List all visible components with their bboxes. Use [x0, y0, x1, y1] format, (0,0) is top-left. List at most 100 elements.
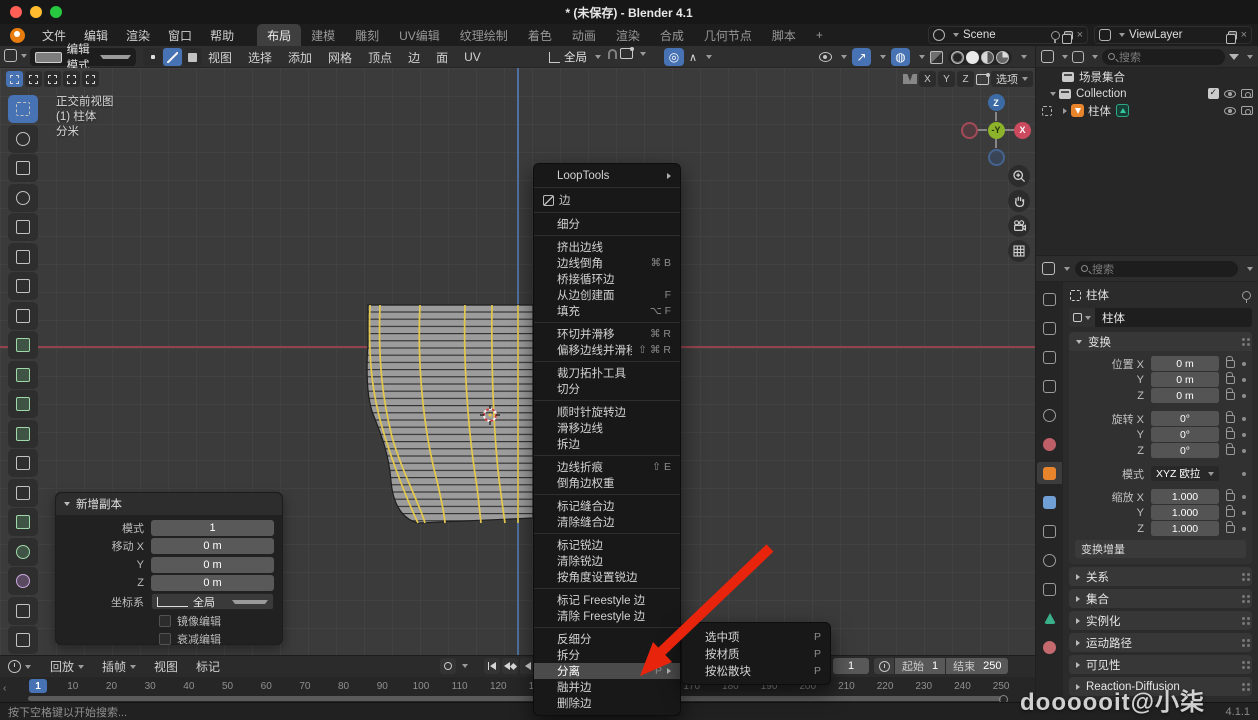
menu-item-标记缝合边[interactable]: 标记缝合边 — [534, 498, 680, 514]
viewport-menu-边[interactable]: 边 — [400, 49, 428, 66]
panel-header-集合[interactable]: 集合 — [1069, 589, 1252, 608]
drag-dots-icon[interactable] — [1242, 573, 1245, 576]
lock-icon[interactable] — [1226, 360, 1235, 368]
lock-icon[interactable] — [1226, 431, 1235, 439]
field-value[interactable]: 1.000 — [1151, 489, 1219, 504]
gizmo-toggle-button[interactable]: ↗ — [852, 48, 871, 66]
mode-select-dropdown[interactable]: 编辑模式 — [30, 48, 136, 66]
lock-icon[interactable] — [1226, 493, 1235, 501]
gizmo-minus-z-axis[interactable] — [988, 149, 1005, 166]
snap-target-icon[interactable] — [620, 48, 633, 59]
drag-dots-icon[interactable] — [1242, 683, 1245, 686]
orthographic-toggle-button[interactable] — [1008, 240, 1030, 262]
snap-magnet-icon[interactable] — [608, 49, 617, 59]
viewport-menu-网格[interactable]: 网格 — [320, 49, 360, 66]
scene-selector[interactable]: Scene × — [928, 26, 1088, 44]
workspace-tab-渲染[interactable]: 渲染 — [606, 24, 650, 46]
object-row[interactable]: 柱体 — [1036, 102, 1258, 119]
current-frame-indicator[interactable]: 1 — [29, 679, 47, 693]
viewport-3d[interactable]: XYZ 选项 正交前视图 (1) 柱体 分米 — [0, 68, 1035, 655]
field-value[interactable]: 0 m — [151, 538, 274, 554]
submenu-item-按材质[interactable]: 按材质P — [682, 645, 830, 662]
wireframe-shading-button[interactable] — [951, 51, 964, 64]
edge-select-button[interactable] — [163, 48, 182, 66]
tool-poly-build[interactable] — [8, 508, 38, 536]
menu-item-挤出边线[interactable]: 挤出边线 — [534, 239, 680, 255]
select-mode-extend[interactable] — [25, 71, 42, 87]
scene-collection-row[interactable]: 场景集合 — [1036, 68, 1258, 85]
frame-start-field[interactable]: 起始1 — [895, 658, 945, 674]
snap-base-icon[interactable] — [976, 74, 989, 85]
workspace-tab-布局[interactable]: 布局 — [257, 24, 301, 46]
lock-icon[interactable] — [1226, 509, 1235, 517]
properties-tab-render[interactable] — [1037, 317, 1062, 339]
animate-dot-icon[interactable] — [1242, 527, 1246, 531]
solid-shading-button[interactable] — [966, 51, 979, 64]
expand-arrow-icon[interactable]: ‹ — [3, 683, 6, 694]
animate-dot-icon[interactable] — [1242, 495, 1246, 499]
tool-select-box[interactable] — [8, 95, 38, 123]
menu-item-倒角边权重[interactable]: 倒角边权重 — [534, 475, 680, 491]
menu-item-清除锐边[interactable]: 清除锐边 — [534, 553, 680, 569]
pin-icon[interactable] — [1242, 291, 1251, 300]
workspace-tab-建模[interactable]: 建模 — [301, 24, 345, 46]
field-value[interactable]: 1 — [151, 520, 274, 536]
properties-tab-data[interactable] — [1037, 607, 1062, 629]
jump-to-start-button[interactable] — [484, 658, 500, 674]
lock-icon[interactable] — [1226, 525, 1235, 533]
delta-transform-subpanel[interactable]: 变换增量 — [1075, 540, 1246, 558]
menu-渲染[interactable]: 渲染 — [117, 27, 159, 44]
menu-item-环切并滑移[interactable]: 环切并滑移⌘ R — [534, 326, 680, 342]
menu-item-顺时针旋转边[interactable]: 顺时针旋转边 — [534, 404, 680, 420]
animate-dot-icon[interactable] — [1242, 362, 1246, 366]
workspace-tab-合成[interactable]: 合成 — [650, 24, 694, 46]
tool-cursor[interactable] — [8, 125, 38, 153]
select-mode-intersect[interactable] — [82, 71, 99, 87]
tool-inset-faces[interactable] — [8, 390, 38, 418]
submenu-item-按松散块[interactable]: 按松散块P — [682, 662, 830, 679]
field-value[interactable]: 0 m — [1151, 388, 1219, 403]
menu-item-细分[interactable]: 细分 — [534, 216, 680, 232]
menu-窗口[interactable]: 窗口 — [159, 27, 201, 44]
checkbox-衰减编辑[interactable]: 衰减编辑 — [159, 630, 282, 648]
collection-row[interactable]: Collection — [1036, 85, 1258, 102]
close-icon[interactable]: × — [1077, 29, 1083, 41]
select-mode-invert[interactable] — [63, 71, 80, 87]
menu-item-拆分[interactable]: 拆分 — [534, 647, 680, 663]
viewport-menu-选择[interactable]: 选择 — [240, 49, 280, 66]
proportional-edit-button[interactable]: ◎ — [664, 48, 684, 66]
disable-render-icon[interactable] — [1241, 106, 1253, 115]
mirror-axis-Y[interactable]: Y — [938, 71, 955, 87]
workspace-tab-雕刻[interactable]: 雕刻 — [345, 24, 389, 46]
falloff-curve-icon[interactable]: ∧ — [686, 51, 700, 64]
tool-rotate[interactable] — [8, 184, 38, 212]
view-layer-selector[interactable]: ViewLayer × — [1094, 26, 1252, 44]
viewport-menu-添加[interactable]: 添加 — [280, 49, 320, 66]
field-value[interactable]: 0° — [1151, 411, 1219, 426]
gizmo-x-axis[interactable]: X — [1014, 122, 1031, 139]
checkbox-镜像编辑[interactable]: 镜像编辑 — [159, 612, 282, 630]
properties-editor-icon[interactable] — [1042, 262, 1055, 275]
properties-tab-particles[interactable] — [1037, 520, 1062, 542]
lock-icon[interactable] — [1226, 392, 1235, 400]
operator-panel-header[interactable]: 新增副本 — [56, 493, 282, 515]
field-value[interactable]: 0° — [1151, 443, 1219, 458]
menu-item-从边创建面[interactable]: 从边创建面F — [534, 287, 680, 303]
select-mode-subtract[interactable] — [44, 71, 61, 87]
menu-item-分离[interactable]: 分离P — [534, 663, 680, 679]
vertex-select-button[interactable] — [143, 48, 162, 66]
transform-panel-header[interactable]: 变换 — [1069, 332, 1252, 351]
menu-item-融并边[interactable]: 融并边 — [534, 679, 680, 695]
tool-extrude-region[interactable] — [8, 361, 38, 389]
operator-panel[interactable]: 新增副本 模式1移动 X0 mY0 mZ0 m 坐标系 全局 镜像编辑衰减编辑 — [55, 492, 283, 645]
mirror-axis-Z[interactable]: Z — [957, 71, 974, 87]
tool-annotate[interactable] — [8, 272, 38, 300]
viewport-menu-视图[interactable]: 视图 — [200, 49, 240, 66]
chevron-down-icon[interactable] — [1050, 92, 1056, 96]
new-view-layer-icon[interactable] — [1228, 31, 1237, 40]
new-scene-icon[interactable] — [1064, 31, 1073, 40]
field-value[interactable]: 1.000 — [1151, 521, 1219, 536]
close-icon[interactable]: × — [1241, 29, 1247, 41]
blender-logo-icon[interactable] — [10, 28, 25, 43]
overlays-toggle-button[interactable]: ◍ — [891, 48, 910, 66]
